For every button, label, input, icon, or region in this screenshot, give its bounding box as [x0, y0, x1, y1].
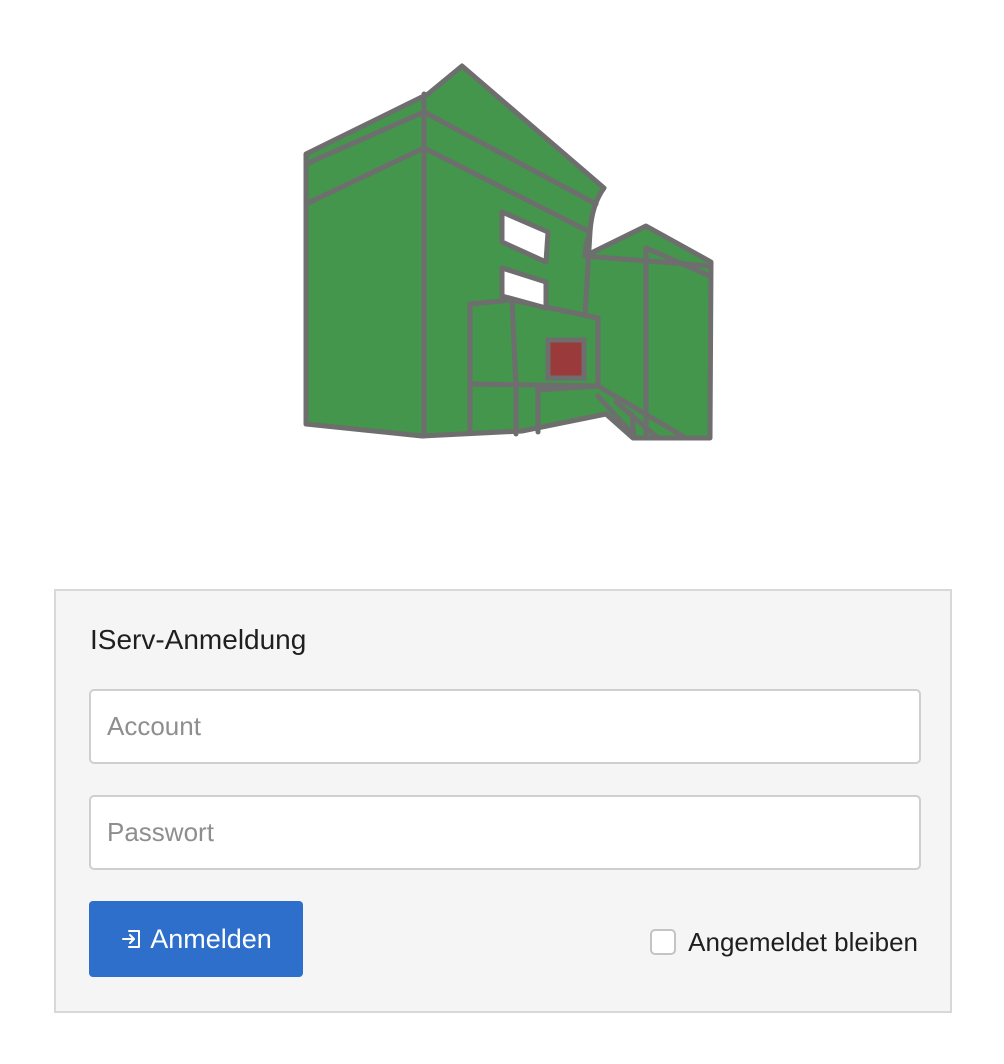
sign-in-icon [120, 927, 144, 951]
school-logo [296, 56, 720, 448]
school-building-icon [303, 63, 714, 441]
remember-me: Angemeldet bleiben [650, 927, 918, 957]
remember-me-checkbox[interactable] [650, 929, 677, 955]
login-button-label: Anmelden [150, 923, 272, 954]
login-title: IServ-Anmeldung [90, 624, 307, 655]
password-input[interactable] [89, 795, 921, 870]
login-panel: IServ-Anmeldung Anmelden Angemeldet blei… [54, 589, 952, 1013]
door-shape [545, 337, 587, 381]
login-button[interactable]: Anmelden [89, 901, 303, 977]
remember-me-label[interactable]: Angemeldet bleiben [688, 927, 918, 957]
account-input[interactable] [89, 689, 921, 764]
